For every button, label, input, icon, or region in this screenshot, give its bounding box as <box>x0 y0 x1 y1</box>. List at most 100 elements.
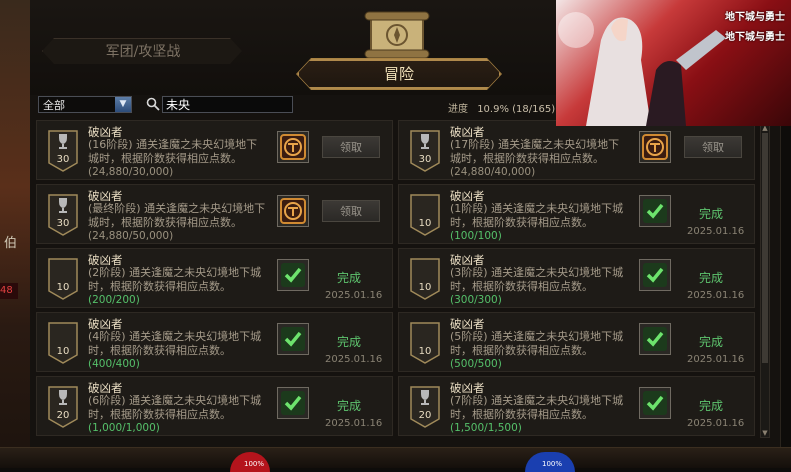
achievement-description: (16阶段) 通关逢魔之未央幻境地下城时，根据阶数获得相应点数。 <box>88 138 258 165</box>
achievement-description: (最终阶段) 通关逢魔之未央幻境地下城时，根据阶数获得相应点数。 <box>88 202 266 229</box>
points-value: 20 <box>57 410 70 421</box>
scroll-up-arrow-icon[interactable]: ▲ <box>761 125 769 132</box>
achievement-progress: (1,000/1,000) <box>88 422 160 434</box>
reward-slot[interactable] <box>639 131 671 163</box>
achievement-card: 20 破凶者 (7阶段) 通关逢魔之未央幻境地下城时，根据阶数获得相应点数。 (1,5… <box>398 376 755 436</box>
search-input[interactable]: 未央 <box>162 96 293 113</box>
achievement-card: 10 破凶者 (2阶段) 通关逢魔之未央幻境地下城时，根据阶数获得相应点数。 (200… <box>36 248 393 308</box>
reward-slot[interactable] <box>639 259 671 291</box>
achievement-description: (6阶段) 通关逢魔之未央幻境地下城时，根据阶数获得相应点数。 <box>88 394 262 421</box>
achievement-card: 30 破凶者 (16阶段) 通关逢魔之未央幻境地下城时，根据阶数获得相应点数。 (24… <box>36 120 393 180</box>
achievement-progress: (1,500/1,500) <box>450 422 522 434</box>
points-badge-icon: 10 <box>48 258 78 300</box>
achievement-progress: (100/100) <box>450 230 502 242</box>
claim-button[interactable]: 领取 <box>322 136 380 158</box>
reward-slot[interactable] <box>277 387 309 419</box>
points-value: 30 <box>419 154 432 165</box>
status-complete: 完成 <box>699 271 724 285</box>
achievement-description: (2阶段) 通关逢魔之未央幻境地下城时，根据阶数获得相应点数。 <box>88 266 262 293</box>
achievement-description: (7阶段) 通关逢魔之未央幻境地下城时，根据阶数获得相应点数。 <box>450 394 624 421</box>
scene-glyph: 伯 <box>4 236 18 251</box>
achievement-progress: (200/200) <box>88 294 140 306</box>
achievement-progress: (400/400) <box>88 358 140 370</box>
tab-legion[interactable]: 军团/攻坚战 <box>42 38 242 64</box>
category-filter-select[interactable]: 全部 ▼ <box>38 96 132 113</box>
search-icon <box>146 97 160 111</box>
points-badge-icon: 10 <box>410 322 440 364</box>
achievement-card: 10 破凶者 (3阶段) 通关逢魔之未央幻境地下城时，根据阶数获得相应点数。 (300… <box>398 248 755 308</box>
achievement-description: (1阶段) 通关逢魔之未央幻境地下城时，根据阶数获得相应点数。 <box>450 202 624 229</box>
reward-slot[interactable] <box>639 323 671 355</box>
list-scrollbar[interactable]: ▲ ▼ <box>760 124 770 438</box>
tab-adventure[interactable]: 冒险 <box>297 59 501 89</box>
points-badge-icon: 30 <box>410 130 440 172</box>
points-value: 10 <box>419 282 432 293</box>
reward-slot[interactable] <box>639 387 671 419</box>
progress-value: 10.9% (18/165) <box>477 104 556 115</box>
claim-button[interactable]: 领取 <box>322 200 380 222</box>
status-complete: 完成 <box>699 207 724 221</box>
points-value: 10 <box>419 218 432 229</box>
dropdown-arrow-icon[interactable]: ▼ <box>115 97 131 112</box>
scene-number: 48 <box>0 283 18 299</box>
promo-logo: 地下城与勇士 <box>725 12 785 23</box>
completion-date: 2025.01.16 <box>687 418 745 429</box>
promo-logo-secondary: 地下城与勇士 <box>725 32 785 43</box>
category-filter-value: 全部 <box>43 99 65 112</box>
game-scene-left: 伯 48 <box>0 0 30 467</box>
reward-slot[interactable] <box>639 195 671 227</box>
achievement-description: (17阶段) 通关逢魔之未央幻境地下城时，根据阶数获得相应点数。 <box>450 138 620 165</box>
status-complete: 完成 <box>337 271 362 285</box>
status-complete: 完成 <box>699 335 724 349</box>
claim-button[interactable]: 领取 <box>684 136 742 158</box>
scroll-emblem-icon <box>364 11 430 59</box>
points-value: 10 <box>57 346 70 357</box>
points-value: 30 <box>57 154 70 165</box>
points-value: 10 <box>419 346 432 357</box>
status-complete: 完成 <box>337 335 362 349</box>
points-value: 20 <box>419 410 432 421</box>
achievement-card: 10 破凶者 (5阶段) 通关逢魔之未央幻境地下城时，根据阶数获得相应点数。 (500… <box>398 312 755 372</box>
scrollbar-thumb[interactable] <box>762 133 768 363</box>
reward-slot[interactable] <box>277 259 309 291</box>
achievement-progress: (24,880/40,000) <box>450 166 536 178</box>
completion-date: 2025.01.16 <box>687 354 745 365</box>
status-complete: 完成 <box>337 399 362 413</box>
completion-date: 2025.01.16 <box>687 290 745 301</box>
reward-slot[interactable] <box>277 323 309 355</box>
reward-slot[interactable] <box>277 195 309 227</box>
achievement-progress: (300/300) <box>450 294 502 306</box>
achievement-description: (3阶段) 通关逢魔之未央幻境地下城时，根据阶数获得相应点数。 <box>450 266 624 293</box>
achievement-progress: (500/500) <box>450 358 502 370</box>
achievement-card: 20 破凶者 (6阶段) 通关逢魔之未央幻境地下城时，根据阶数获得相应点数。 (1,0… <box>36 376 393 436</box>
completion-date: 2025.01.16 <box>325 290 383 301</box>
achievement-progress: (24,880/30,000) <box>88 166 174 178</box>
achievement-description: (5阶段) 通关逢魔之未央幻境地下城时，根据阶数获得相应点数。 <box>450 330 624 357</box>
points-badge-icon: 30 <box>48 194 78 236</box>
reward-slot[interactable] <box>277 131 309 163</box>
progress-indicator: 进度 10.9% (18/165) <box>448 100 555 115</box>
achievement-card: 10 破凶者 (1阶段) 通关逢魔之未央幻境地下城时，根据阶数获得相应点数。 (100… <box>398 184 755 244</box>
points-value: 10 <box>57 282 70 293</box>
game-hud-bar <box>0 447 791 468</box>
completion-date: 2025.01.16 <box>325 354 383 365</box>
scroll-down-arrow-icon[interactable]: ▼ <box>761 430 769 437</box>
achievement-progress: (24,880/50,000) <box>88 230 174 242</box>
achievement-description: (4阶段) 通关逢魔之未央幻境地下城时，根据阶数获得相应点数。 <box>88 330 262 357</box>
promo-banner[interactable]: 地下城与勇士 地下城与勇士 <box>556 0 791 126</box>
achievement-card: 30 破凶者 (最终阶段) 通关逢魔之未央幻境地下城时，根据阶数获得相应点数。 (24… <box>36 184 393 244</box>
points-badge-icon: 10 <box>410 194 440 236</box>
points-badge-icon: 10 <box>410 258 440 300</box>
progress-label: 进度 <box>448 104 468 115</box>
achievement-card: 10 破凶者 (4阶段) 通关逢魔之未央幻境地下城时，根据阶数获得相应点数。 (400… <box>36 312 393 372</box>
points-badge-icon: 30 <box>48 130 78 172</box>
points-badge-icon: 10 <box>48 322 78 364</box>
points-badge-icon: 20 <box>48 386 78 428</box>
status-complete: 完成 <box>699 399 724 413</box>
completion-date: 2025.01.16 <box>687 226 745 237</box>
achievement-card: 30 破凶者 (17阶段) 通关逢魔之未央幻境地下城时，根据阶数获得相应点数。 (24… <box>398 120 755 180</box>
points-value: 30 <box>57 218 70 229</box>
achievement-list: 30 破凶者 (16阶段) 通关逢魔之未央幻境地下城时，根据阶数获得相应点数。 (24… <box>36 120 756 438</box>
points-badge-icon: 20 <box>410 386 440 428</box>
completion-date: 2025.01.16 <box>325 418 383 429</box>
